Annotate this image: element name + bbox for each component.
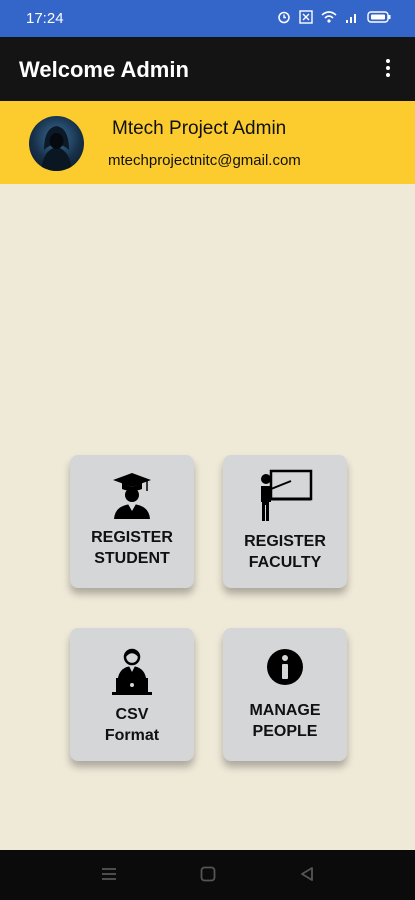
tile-label: REGISTER FACULTY bbox=[244, 533, 326, 571]
alarm-icon bbox=[277, 10, 291, 24]
csv-format-button[interactable]: CSV Format bbox=[70, 628, 194, 761]
profile-email: mtechprojectnitc@gmail.com bbox=[108, 152, 301, 169]
battery-icon bbox=[367, 10, 391, 24]
manage-people-button[interactable]: MANAGE PEOPLE bbox=[223, 628, 347, 761]
back-icon[interactable] bbox=[298, 865, 316, 888]
register-student-button[interactable]: REGISTER STUDENT bbox=[70, 455, 194, 588]
system-nav-bar bbox=[0, 850, 415, 900]
tile-label: REGISTER STUDENT bbox=[91, 529, 173, 567]
status-bar: 17:24 bbox=[0, 0, 415, 37]
status-time: 17:24 bbox=[26, 10, 64, 27]
wifi-icon bbox=[321, 10, 337, 24]
data-icon bbox=[299, 10, 313, 24]
person-laptop-icon bbox=[70, 648, 194, 696]
info-icon bbox=[223, 648, 347, 686]
avatar[interactable] bbox=[29, 116, 84, 171]
status-icons bbox=[277, 10, 391, 24]
app-bar: Welcome Admin bbox=[0, 37, 415, 101]
home-icon[interactable] bbox=[199, 865, 217, 888]
signal-icon bbox=[345, 10, 359, 24]
graduate-icon bbox=[70, 471, 194, 519]
profile-header: Mtech Project Admin mtechprojectnitc@gma… bbox=[0, 101, 415, 184]
register-faculty-button[interactable]: REGISTER FACULTY bbox=[223, 455, 347, 588]
tile-label: CSV Format bbox=[104, 706, 160, 744]
profile-name: Mtech Project Admin bbox=[112, 118, 287, 139]
more-vert-icon[interactable] bbox=[373, 53, 403, 83]
teacher-board-icon bbox=[223, 469, 347, 523]
page-title: Welcome Admin bbox=[19, 57, 189, 82]
tile-label: MANAGE PEOPLE bbox=[249, 702, 321, 740]
menu-icon[interactable] bbox=[100, 865, 118, 888]
